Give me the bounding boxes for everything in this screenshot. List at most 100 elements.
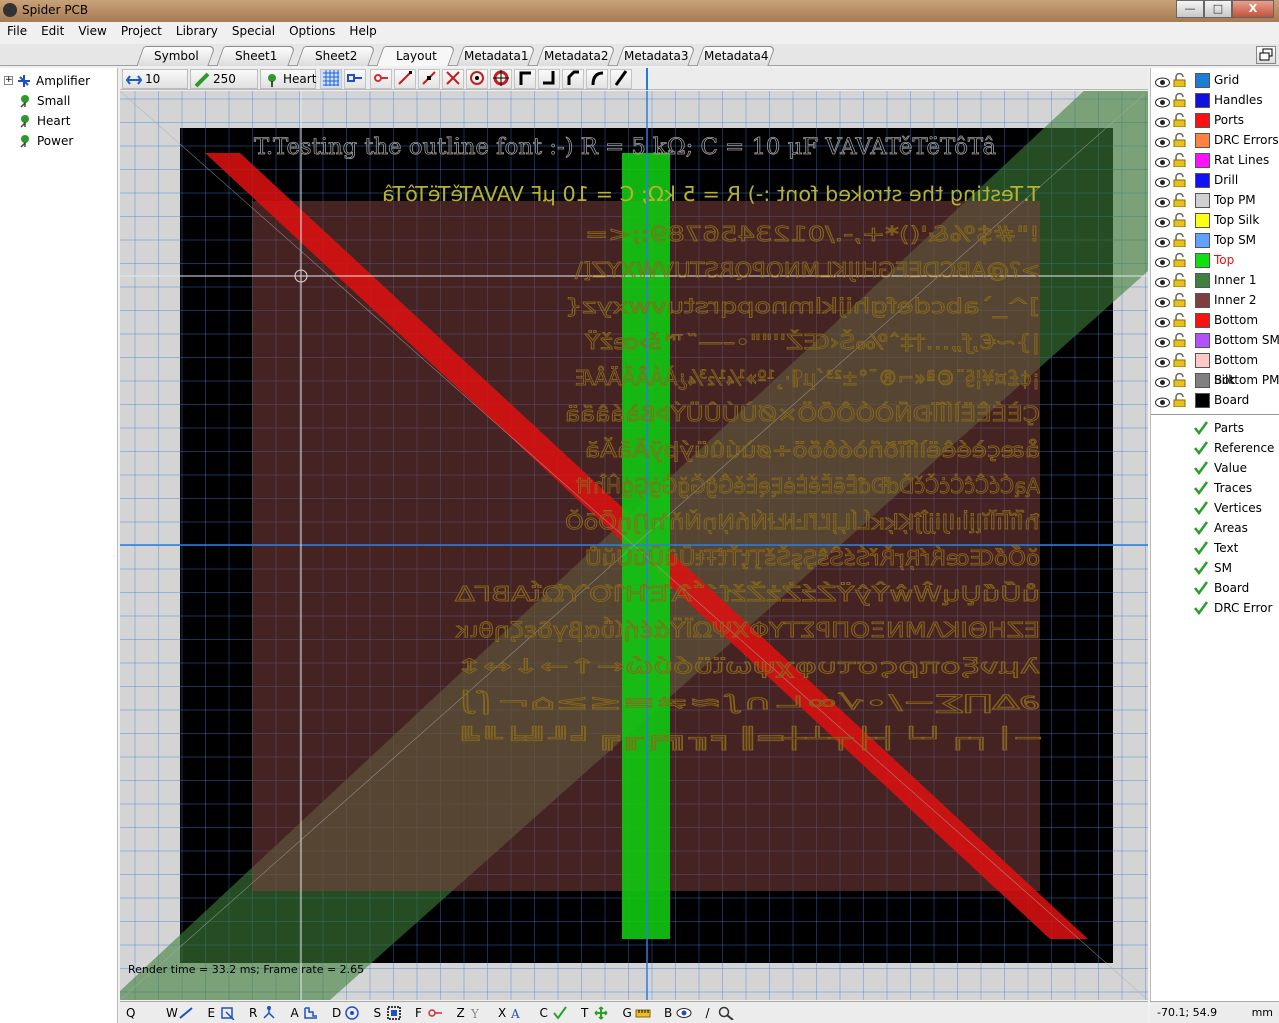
tab-sheet1[interactable]: Sheet1 xyxy=(216,46,296,66)
lock-icon[interactable] xyxy=(1173,352,1186,368)
shortcut-key-d[interactable]: D xyxy=(332,1004,341,1022)
free-angle-button[interactable] xyxy=(610,69,632,89)
lock-icon[interactable] xyxy=(1173,392,1186,408)
lock-icon[interactable] xyxy=(1173,152,1186,168)
eye-icon[interactable] xyxy=(1155,274,1170,288)
check-icon[interactable] xyxy=(1193,441,1209,456)
shortcut-key-f[interactable]: F xyxy=(415,1004,422,1022)
shortcut-key-t[interactable]: T xyxy=(581,1004,588,1022)
lock-icon[interactable] xyxy=(1173,212,1186,228)
pin-icon[interactable] xyxy=(427,1006,443,1020)
eye-icon[interactable] xyxy=(1155,74,1170,88)
shortcut-key-x[interactable]: X xyxy=(498,1004,506,1022)
eye-icon[interactable] xyxy=(1155,294,1170,308)
corner-90-mirror-button[interactable] xyxy=(538,69,560,89)
visibility-item-traces[interactable]: Traces xyxy=(1151,478,1279,498)
layer-row-drill[interactable]: Drill xyxy=(1151,170,1279,190)
layer-row-top-silk[interactable]: Top Silk xyxy=(1151,210,1279,230)
check-icon[interactable] xyxy=(1193,481,1209,496)
check-icon[interactable] xyxy=(1193,581,1209,596)
layer-row-top-sm[interactable]: Top SM xyxy=(1151,230,1279,250)
grid-size-selector[interactable]: 10 mm xyxy=(122,69,188,104)
lock-icon[interactable] xyxy=(1173,312,1186,328)
menu-project[interactable]: Project xyxy=(114,22,169,40)
shortcut-key-b[interactable]: B xyxy=(664,1004,672,1022)
shortcut-key-q[interactable]: Q xyxy=(126,1004,135,1022)
layer-color-swatch[interactable] xyxy=(1195,113,1210,128)
pad-tool-button[interactable] xyxy=(490,69,512,89)
layer-row-bottom-silk[interactable]: Bottom Silk xyxy=(1151,350,1279,387)
eye-icon[interactable] xyxy=(1155,334,1170,348)
menu-options[interactable]: Options xyxy=(282,22,342,40)
close-button[interactable]: X xyxy=(1232,0,1274,18)
lock-icon[interactable] xyxy=(1173,232,1186,248)
check-icon[interactable] xyxy=(1193,541,1209,556)
visibility-item-reference[interactable]: Reference xyxy=(1151,438,1279,458)
tab-metadata1[interactable]: Metadata1 xyxy=(456,46,536,66)
menu-special[interactable]: Special xyxy=(225,22,282,40)
menu-library[interactable]: Library xyxy=(169,22,225,40)
expand-icon[interactable]: + xyxy=(4,76,13,85)
visibility-item-drc-error[interactable]: DRC Error xyxy=(1151,598,1279,618)
menu-view[interactable]: View xyxy=(71,22,113,40)
eye-icon[interactable] xyxy=(1155,394,1170,408)
eye-icon[interactable] xyxy=(1155,194,1170,208)
visibility-item-text[interactable]: Text xyxy=(1151,538,1279,558)
track-width-selector[interactable]: 250 μm xyxy=(190,69,258,104)
maximize-button[interactable]: □ xyxy=(1204,0,1232,18)
layer-color-swatch[interactable] xyxy=(1195,353,1210,368)
lock-icon[interactable] xyxy=(1173,372,1186,388)
eye-icon[interactable] xyxy=(1155,214,1170,228)
eye-icon[interactable] xyxy=(1155,234,1170,248)
layer-color-swatch[interactable] xyxy=(1195,293,1210,308)
menu-help[interactable]: Help xyxy=(342,22,383,40)
layer-row-bottom-sm[interactable]: Bottom SM xyxy=(1151,330,1279,350)
shortcut-key-a[interactable]: A xyxy=(291,1004,299,1022)
layer-color-swatch[interactable] xyxy=(1195,393,1210,408)
visibility-item-vertices[interactable]: Vertices xyxy=(1151,498,1279,518)
shortcut-key-slash[interactable]: / xyxy=(706,1004,710,1022)
lock-icon[interactable] xyxy=(1173,252,1186,268)
drill-icon[interactable] xyxy=(344,1006,360,1020)
lock-icon[interactable] xyxy=(1173,192,1186,208)
layer-row-inner-2[interactable]: Inner 2 xyxy=(1151,290,1279,310)
units-label[interactable]: mm xyxy=(1252,1002,1273,1023)
layer-row-ports[interactable]: Ports xyxy=(1151,110,1279,130)
lock-icon[interactable] xyxy=(1173,112,1186,128)
tree-item-heart[interactable]: Heart xyxy=(18,112,114,130)
tree-item-amplifier[interactable]: + Amplifier xyxy=(4,72,114,90)
check-icon[interactable] xyxy=(1193,421,1209,436)
layer-row-board[interactable]: Board xyxy=(1151,390,1279,410)
layer-color-swatch[interactable] xyxy=(1195,313,1210,328)
layer-color-swatch[interactable] xyxy=(1195,193,1210,208)
layer-color-swatch[interactable] xyxy=(1195,333,1210,348)
eye-icon[interactable] xyxy=(1155,154,1170,168)
check-icon[interactable] xyxy=(1193,561,1209,576)
measure-icon[interactable] xyxy=(635,1006,651,1020)
menu-file[interactable]: File xyxy=(0,22,34,40)
layer-row-bottom[interactable]: Bottom xyxy=(1151,310,1279,330)
eye-icon[interactable] xyxy=(1155,314,1170,328)
eye-icon[interactable] xyxy=(1155,254,1170,268)
shortcut-key-e[interactable]: E xyxy=(208,1004,216,1022)
eye-icon[interactable] xyxy=(1155,354,1170,368)
eye-icon[interactable] xyxy=(1155,134,1170,148)
layer-row-bottom-pm[interactable]: Bottom PM xyxy=(1151,370,1279,390)
tab-metadata2[interactable]: Metadata2 xyxy=(536,46,616,66)
shortcut-key-s[interactable]: S xyxy=(374,1004,382,1022)
shortcut-key-r[interactable]: R xyxy=(249,1004,257,1022)
corner-arc-button[interactable] xyxy=(586,69,608,89)
layer-row-top[interactable]: Top xyxy=(1151,250,1279,270)
layer-color-swatch[interactable] xyxy=(1195,133,1210,148)
tree-item-small[interactable]: Small xyxy=(18,92,114,110)
layer-color-swatch[interactable] xyxy=(1195,273,1210,288)
tab-metadata3[interactable]: Metadata3 xyxy=(616,46,696,66)
lock-icon[interactable] xyxy=(1173,132,1186,148)
tab-layout[interactable]: Layout xyxy=(376,46,456,66)
layer-color-swatch[interactable] xyxy=(1195,253,1210,268)
layer-color-swatch[interactable] xyxy=(1195,153,1210,168)
shortcut-key-z[interactable]: Z xyxy=(457,1004,465,1022)
layer-color-swatch[interactable] xyxy=(1195,173,1210,188)
layer-row-rat-lines[interactable]: Rat Lines xyxy=(1151,150,1279,170)
layer-color-swatch[interactable] xyxy=(1195,233,1210,248)
